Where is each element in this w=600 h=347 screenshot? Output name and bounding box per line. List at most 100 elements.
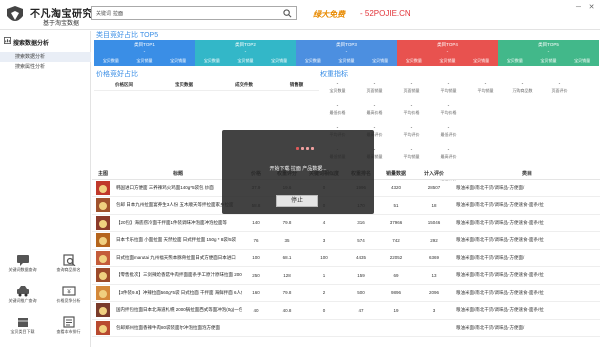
- cell-sim: 100: [304, 249, 344, 267]
- cell-title: 日式拉面marutai 九州福天熊本豚骨拉面日式方便面日本进口: [114, 249, 242, 267]
- car-icon: [16, 286, 29, 297]
- cell-cat: 粮油米面/南北干货/调味品-方便速食-面条/拉: [454, 301, 600, 320]
- column-header[interactable]: 销量数据: [378, 168, 414, 180]
- cell-score: [270, 319, 304, 337]
- cell-title: 【零售批次】三剑辣炝香菇牛肉拌面面条手工原汁原味拉面 200g*10: [114, 266, 242, 285]
- cell-price: 100: [242, 249, 270, 267]
- cell-reviews: [414, 319, 454, 337]
- weight-metric: - 最高价格: [357, 103, 392, 116]
- category-subs: 宝贝数量 宝贝销量 宝贝销量: [498, 56, 599, 66]
- category-value: -: [397, 49, 498, 56]
- weight-metric: - 万购商品数: [505, 81, 540, 94]
- cell-cat: 粮油米面/南北干货/调味品-方便速食-面条/拉: [454, 266, 600, 285]
- category-value: -: [296, 49, 397, 56]
- category-value: -: [94, 49, 195, 56]
- sidebar-section-title: 搜索数据分析: [13, 41, 50, 47]
- category-col-4: 类目TOP4- 宝贝数量 宝贝销量 宝贝销量: [397, 40, 498, 66]
- cell-sim: 0: [304, 301, 344, 320]
- weight-metric-value: -: [410, 125, 413, 131]
- category-sub-label: 宝贝销量: [473, 58, 490, 63]
- product-thumbnail[interactable]: [96, 285, 110, 300]
- minimize-button[interactable]: ─: [574, 3, 583, 12]
- cell-rank: [344, 319, 378, 337]
- tool-category-download[interactable]: 宝贝类目下载: [0, 315, 45, 345]
- cell-reviews: 18: [414, 196, 454, 215]
- weight-metric-value: -: [410, 147, 413, 153]
- cell-cat: 粮油米面/南北干货/调味品-方便面/: [454, 319, 600, 337]
- cell-sales: 4320: [378, 179, 414, 197]
- cell-sales: 9896: [378, 284, 414, 302]
- product-thumbnail[interactable]: [96, 233, 110, 248]
- table-row[interactable]: 国内拌包拉面日本北海道札幌 2000锅拉面西式等面冲泡(0g)一包 40 40.8 0…: [92, 301, 600, 320]
- table-row[interactable]: 【3件装9.8】冲辣拉面560g*5袋 日式拉面 干拌面 海鲜拌面 6人份 160…: [92, 284, 600, 302]
- sidebar-item-search-attr[interactable]: 搜索属性分析: [0, 62, 91, 72]
- cell-cat: 粮油米面/南北干货/调味品-方便速食-面条/拉: [454, 231, 600, 250]
- table-row[interactable]: 日式拉面marutai 九州福天熊本豚骨拉面日式方便面日本进口 100 68.1 10…: [92, 249, 600, 267]
- search-icon[interactable]: [283, 9, 292, 18]
- weight-metric: - 页面销量: [357, 81, 392, 94]
- cell-sales: 69: [378, 266, 414, 285]
- app-window: { "header": { "app_title": "不凡淘宝研究会", "a…: [0, 0, 600, 347]
- category-col-2: 类目TOP2- 宝贝数量 宝贝销量 宝贝销量: [195, 40, 296, 66]
- product-thumbnail[interactable]: [96, 250, 110, 265]
- category-sub-label: 宝贝数量: [506, 58, 523, 63]
- product-thumbnail[interactable]: [96, 268, 110, 283]
- close-button[interactable]: ✕: [587, 3, 596, 12]
- weight-metric-label: 页面销量: [403, 88, 420, 93]
- cell-reviews: 28507: [414, 179, 454, 197]
- tool-keyword-query[interactable]: 关键词数据查询: [0, 253, 45, 283]
- weight-metric: - 页面评价: [542, 81, 577, 94]
- column-header[interactable]: 主图: [92, 168, 114, 180]
- weight-metric-label: 平均销量: [440, 88, 457, 93]
- category-sub-label: 宝贝数量: [405, 58, 422, 63]
- weight-metric-value: -: [410, 103, 413, 109]
- column-header[interactable]: 计入评价: [414, 168, 454, 180]
- weight-metric: - 平均销量: [431, 81, 466, 94]
- weight-metric-value: -: [447, 147, 450, 153]
- category-value: -: [195, 49, 296, 56]
- cell-score: 35: [270, 231, 304, 250]
- tool-price-analysis[interactable]: ¥ 价格竞争分析: [46, 284, 91, 314]
- cell-rank: 159: [344, 266, 378, 285]
- tool-local-ranking[interactable]: 查看本市排行: [46, 315, 91, 345]
- category-sub-label: 宝贝销量: [136, 58, 153, 63]
- product-thumbnail[interactable]: [96, 320, 110, 335]
- category-head: 类目TOP2: [195, 40, 296, 49]
- tool-promo-query[interactable]: 关键词推广查询: [0, 284, 45, 314]
- cell-price: 250: [242, 266, 270, 285]
- weight-metric-label: 页面评价: [551, 88, 568, 93]
- weight-metric-label: 平均销量: [403, 154, 420, 159]
- weight-metric-value: -: [521, 81, 524, 87]
- product-thumbnail[interactable]: [96, 180, 110, 195]
- thumbnail-cell: [92, 284, 114, 302]
- stop-button[interactable]: 停止: [276, 195, 318, 207]
- search-input[interactable]: [113, 9, 273, 18]
- product-thumbnail[interactable]: [96, 215, 110, 230]
- category-col-3: 类目TOP3- 宝贝数量 宝贝销量 宝贝销量: [296, 40, 397, 66]
- table-row[interactable]: 【20包】海底捞冷面干拌面1件装调味冲泡面冲泡拉面等 140 79.8 4 316 379…: [92, 214, 600, 232]
- category-sub-label: 宝贝销量: [439, 58, 456, 63]
- list-icon: [62, 316, 75, 328]
- column-header[interactable]: 类目: [454, 168, 600, 180]
- cell-price: 160: [242, 284, 270, 302]
- product-thumbnail[interactable]: [96, 303, 110, 318]
- weight-metric: - 页面销量: [394, 81, 429, 94]
- product-thumbnail[interactable]: [96, 198, 110, 213]
- thumbnail-cell: [92, 249, 114, 267]
- table-row[interactable]: 包邮郑州拉面香辣牛肉80袋装面尔冲泡拉面泡方便面 粮油米面/南北干货/调味品-方便…: [92, 319, 600, 337]
- cell-sales: 37966: [378, 214, 414, 232]
- cell-cat: 粮油米面/南北干货/调味品-方便速食-面条/拉: [454, 196, 600, 215]
- search-label: 关键词: [96, 11, 112, 17]
- weight-metric-value: -: [558, 81, 561, 87]
- sidebar-item-search-data[interactable]: 搜索数据分析: [0, 52, 91, 62]
- table-row[interactable]: 【零售批次】三剑辣炝香菇牛肉拌面面条手工原汁原味拉面 200g*10 250 128…: [92, 266, 600, 285]
- thumbnail-cell: [92, 231, 114, 250]
- category-sub-label: 宝贝销量: [170, 58, 187, 63]
- cell-rank: 47: [344, 301, 378, 320]
- cell-reviews: 15046: [414, 214, 454, 232]
- tool-rank-query[interactable]: 查询商品排名: [46, 253, 91, 283]
- table-row[interactable]: 日本卡乐拉面 小面拉面 天然拉面 日式拌拉面 150g * 8袋/5袋 76 35 3…: [92, 231, 600, 250]
- category-sub-label: 宝贝销量: [271, 58, 288, 63]
- weight-metric-value: -: [447, 125, 450, 131]
- weight-metric: - 最低价格: [320, 103, 355, 116]
